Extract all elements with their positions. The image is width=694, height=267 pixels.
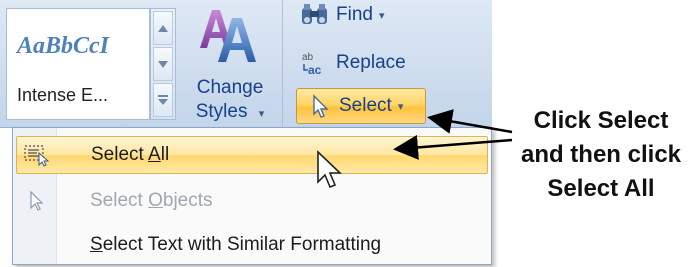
arrow-pointer-icon [313,94,329,118]
select-button[interactable]: Select ▾ [296,88,426,124]
callout-line3: Select All [547,175,655,202]
triangle-down-icon [158,60,168,68]
access-key: A [148,144,161,165]
arrow-pointer-icon [16,182,56,220]
gallery-scroll-up-button[interactable] [153,11,173,45]
find-button[interactable]: Find ▾ [300,0,385,30]
gallery-scroll-down-button[interactable] [153,47,173,81]
menu-item-label: Select Objects [90,190,213,212]
menu-item-select-similar-formatting[interactable]: Select Text with Similar Formatting [16,226,488,264]
menu-item-label: Select All [91,144,169,166]
menu-item-label: Select Text with Similar Formatting [90,234,381,256]
menu-item-select-objects[interactable]: Select Objects [16,182,488,220]
chevron-down-icon: ▾ [378,9,385,22]
quick-styles-gallery[interactable]: AaBbCcI Intense E... [6,8,150,120]
instruction-callout: Click Select and then click Select All [508,104,694,206]
change-styles-label-line2: Styles ▾ [184,100,276,126]
label-prefix: Select [91,144,149,165]
label-prefix: Select [90,190,149,211]
replace-label: Replace [336,52,406,73]
gallery-scrollbar [150,8,176,120]
label-suffix: bjects [162,190,213,211]
binoculars-icon [302,4,327,24]
find-label: Find [336,4,373,25]
replace-button[interactable]: ab ac Replace [300,48,406,78]
select-label: Select [339,95,392,116]
change-styles-label-text: Styles [195,101,248,122]
style-sample-text: AaBbCcI [17,33,110,59]
label-suffix: ll [160,144,170,165]
select-dropdown-menu: Select All Select Objects Select Text wi… [12,127,492,265]
change-styles-button[interactable]: Change Styles ▾ [184,0,276,128]
triangle-up-icon [158,24,168,32]
group-divider [282,0,283,126]
menu-item-select-all[interactable]: Select All [16,136,488,174]
select-all-icon [17,136,57,174]
chevron-down-icon: ▾ [258,108,265,120]
mouse-cursor-icon [317,150,342,189]
access-key: O [148,190,163,211]
change-styles-label: Change Styles ▾ [184,76,276,126]
callout-line2: and then click [520,141,682,168]
access-key: S [90,234,103,255]
chevron-down-icon: ▾ [397,100,404,113]
svg-text:ac: ac [308,63,322,76]
svg-text:ab: ab [302,52,314,63]
change-styles-aa-icon [200,10,256,62]
gallery-expand-icon [158,95,168,105]
ribbon: AaBbCcI Intense E... Change Styles ▾ Fin… [0,0,492,128]
callout-line1: Click Select [533,107,669,134]
gallery-more-button[interactable] [153,83,173,117]
label-suffix: elect Text with Similar Formatting [102,234,382,255]
menu-icon-placeholder [16,226,56,264]
style-name-label: Intense E... [17,85,109,105]
replace-icon: ab ac [302,52,322,76]
change-styles-label-line1: Change [196,77,264,98]
